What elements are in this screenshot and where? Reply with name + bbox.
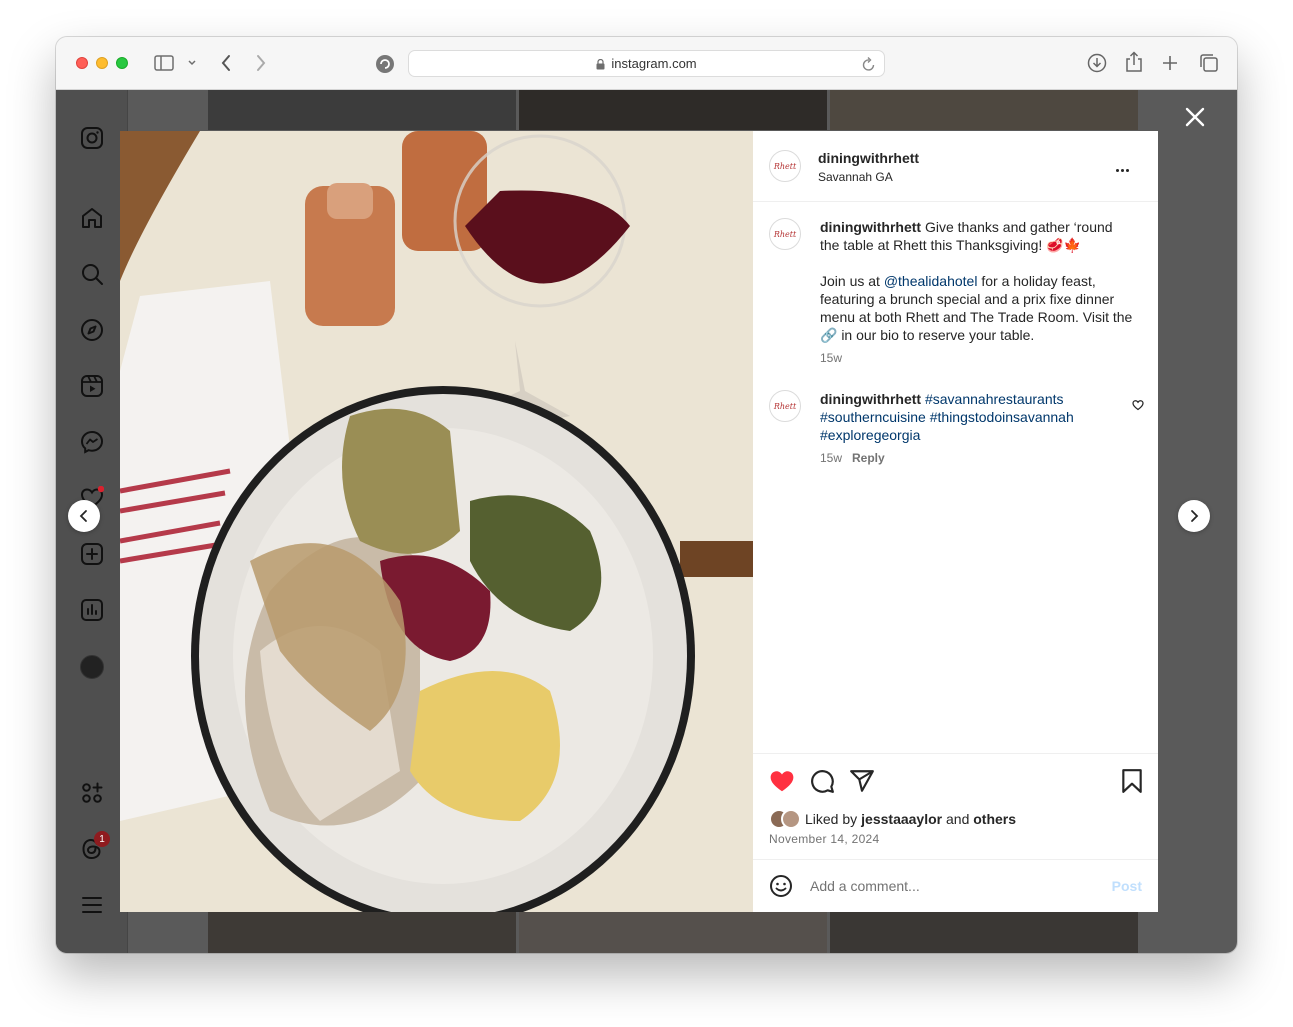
grid-tile[interactable] — [208, 912, 516, 953]
emoji-icon[interactable] — [769, 874, 793, 898]
likes-others-link[interactable]: others — [973, 811, 1016, 827]
comment-meta: 15w Reply — [820, 449, 1120, 467]
comment-body: diningwithrhett #savannahrestaurants #so… — [820, 390, 1120, 467]
lock-icon — [596, 59, 605, 70]
grid-tile[interactable] — [519, 912, 827, 953]
threads-button[interactable]: 1 — [80, 831, 110, 861]
download-icon[interactable] — [1087, 53, 1107, 73]
create-plus-icon[interactable] — [80, 542, 104, 566]
comment-input[interactable]: Add a comment... — [810, 878, 920, 894]
post-date[interactable]: November 14, 2024 — [769, 832, 880, 846]
save-bookmark-icon[interactable] — [1119, 768, 1145, 794]
grid-tile[interactable] — [830, 912, 1138, 953]
reply-button[interactable]: Reply — [852, 451, 885, 465]
reels-icon[interactable] — [80, 374, 104, 398]
post-details-panel: Rhett diningwithrhett Savannah GA Rhett … — [753, 131, 1158, 912]
next-post-button[interactable] — [1178, 500, 1210, 532]
close-icon[interactable] — [1184, 106, 1206, 128]
reload-icon[interactable] — [862, 56, 876, 72]
caption-time[interactable]: 15w — [820, 351, 842, 365]
instagram-logo-icon[interactable] — [80, 126, 104, 150]
comment-bubble-icon[interactable] — [809, 768, 835, 794]
likes-summary: Liked by jesstaaaylor and others — [769, 809, 1016, 829]
grid-tile[interactable] — [830, 90, 1138, 130]
caption-meta: 15w — [820, 349, 1135, 367]
chevron-left-icon — [79, 510, 87, 522]
thanksgiving-plate-image — [120, 131, 753, 912]
post-photo[interactable] — [120, 131, 753, 912]
browser-toolbar: instagram.com — [56, 37, 1237, 90]
threads-badge: 1 — [94, 831, 110, 847]
post-comment-button[interactable]: Post — [1112, 878, 1142, 894]
share-icon[interactable] — [1125, 51, 1143, 73]
close-window-button[interactable] — [76, 57, 88, 69]
search-icon[interactable] — [80, 262, 104, 286]
minimize-window-button[interactable] — [96, 57, 108, 69]
privacy-shield-icon[interactable] — [375, 54, 395, 74]
share-send-icon[interactable] — [849, 768, 875, 794]
also-from-meta-icon[interactable] — [80, 781, 104, 805]
home-icon[interactable] — [80, 206, 104, 230]
liker-username[interactable]: jesstaaaylor — [861, 811, 942, 827]
post-header: Rhett diningwithrhett Savannah GA — [753, 131, 1158, 202]
comment-avatar[interactable]: Rhett — [769, 390, 801, 422]
explore-icon[interactable] — [80, 318, 104, 342]
post-modal: Rhett diningwithrhett Savannah GA Rhett … — [120, 131, 1158, 912]
forward-arrow-icon[interactable] — [255, 54, 267, 72]
post-location[interactable]: Savannah GA — [818, 170, 919, 184]
more-dots-icon — [1116, 169, 1119, 172]
post-actions: Liked by jesstaaaylor and others Novembe… — [753, 753, 1158, 860]
caption-text-2: Join us at @thealidahotel for a holiday … — [820, 273, 1133, 343]
tab-overview-icon[interactable] — [1199, 53, 1219, 73]
more-options-button[interactable] — [1116, 159, 1136, 173]
profile-avatar[interactable] — [80, 655, 104, 679]
caption-body: diningwithrhett Give thanks and gather ‘… — [820, 218, 1135, 367]
caption-avatar[interactable]: Rhett — [769, 218, 801, 250]
like-heart-icon[interactable] — [769, 768, 795, 794]
author-avatar[interactable]: Rhett — [769, 150, 801, 182]
menu-icon[interactable] — [80, 893, 104, 917]
comment-time[interactable]: 15w — [820, 451, 842, 465]
liker-avatar[interactable] — [781, 809, 801, 829]
chevron-right-icon — [1191, 510, 1199, 522]
grid-tile[interactable] — [208, 90, 516, 130]
sidebar-toggle-icon[interactable] — [154, 55, 174, 71]
author-username[interactable]: diningwithrhett — [818, 150, 919, 166]
insights-icon[interactable] — [80, 598, 104, 622]
caption-text-1: diningwithrhett Give thanks and gather ‘… — [820, 218, 1135, 254]
author-info: diningwithrhett Savannah GA — [818, 150, 919, 184]
mention-link[interactable]: @thealidahotel — [884, 273, 978, 289]
messenger-icon[interactable] — [80, 430, 104, 454]
url-text: instagram.com — [611, 56, 697, 71]
comment-username[interactable]: diningwithrhett — [820, 391, 921, 407]
add-comment-bar: Add a comment... Post — [753, 859, 1158, 912]
address-bar[interactable]: instagram.com — [408, 50, 885, 77]
comment-like-heart-icon[interactable] — [1132, 399, 1144, 411]
back-arrow-icon[interactable] — [220, 54, 232, 72]
caption-username[interactable]: diningwithrhett — [820, 219, 921, 235]
new-tab-plus-icon[interactable] — [1162, 55, 1178, 71]
grid-tile[interactable] — [519, 90, 827, 130]
chevron-down-icon[interactable] — [188, 60, 196, 66]
zoom-window-button[interactable] — [116, 57, 128, 69]
instagram-page: 1 Rhett diningwithrhett Savannah GA Rhet… — [56, 90, 1237, 953]
browser-window: instagram.com 1 Rhett diningwithrhett Sa… — [56, 37, 1237, 953]
previous-post-button[interactable] — [68, 500, 100, 532]
